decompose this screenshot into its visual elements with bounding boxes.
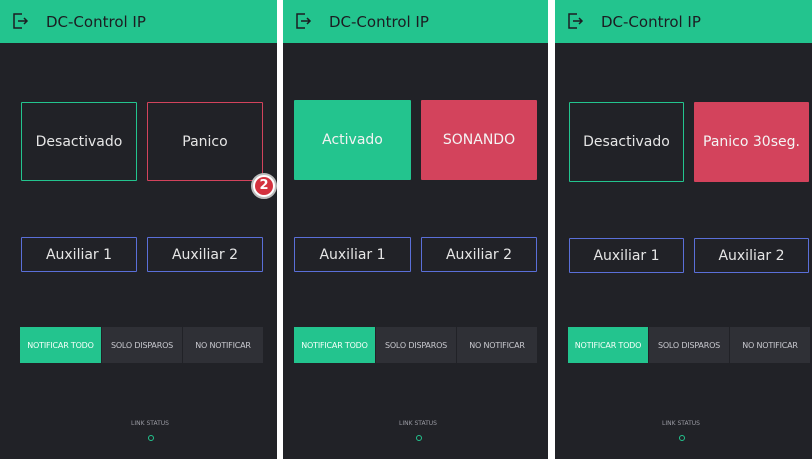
- alarm-toggle-button[interactable]: Activado: [294, 100, 411, 180]
- alarm-toggle-button[interactable]: Desactivado: [569, 102, 684, 182]
- panic-button[interactable]: Panico: [147, 102, 263, 181]
- step-number-badge: 2: [251, 173, 277, 199]
- link-status-led: [416, 435, 422, 441]
- segment-notificar-todo[interactable]: NOTIFICAR TODO: [20, 327, 101, 363]
- screen-2: DC-Control IP Activado SONANDO Auxiliar …: [283, 0, 548, 459]
- app-title: DC-Control IP: [601, 13, 701, 31]
- auxiliar-2-button[interactable]: Auxiliar 2: [694, 238, 809, 273]
- auxiliar-2-button[interactable]: Auxiliar 2: [147, 237, 263, 272]
- auxiliar-1-button[interactable]: Auxiliar 1: [569, 238, 684, 273]
- link-status-label: LINK STATUS: [662, 420, 700, 427]
- app-title: DC-Control IP: [46, 13, 146, 31]
- app-header: DC-Control IP: [555, 0, 812, 43]
- segment-notificar-todo[interactable]: NOTIFICAR TODO: [568, 327, 648, 363]
- segment-solo-disparos[interactable]: SOLO DISPAROS: [102, 327, 182, 363]
- screen-3: DC-Control IP Desactivado Panico 30seg. …: [555, 0, 812, 459]
- exit-icon[interactable]: [294, 12, 312, 30]
- link-status-label: LINK STATUS: [131, 420, 169, 427]
- auxiliar-1-button[interactable]: Auxiliar 1: [294, 237, 411, 272]
- auxiliar-1-button[interactable]: Auxiliar 1: [21, 237, 137, 272]
- app-title: DC-Control IP: [329, 13, 429, 31]
- link-status-led: [679, 435, 685, 441]
- segment-solo-disparos[interactable]: SOLO DISPAROS: [376, 327, 456, 363]
- segment-no-notificar[interactable]: NO NOTIFICAR: [730, 327, 810, 363]
- exit-icon[interactable]: [11, 12, 29, 30]
- link-status-led: [148, 435, 154, 441]
- panic-button[interactable]: SONANDO: [421, 100, 537, 180]
- app-header: DC-Control IP: [283, 0, 548, 43]
- alarm-toggle-button[interactable]: Desactivado: [21, 102, 137, 181]
- exit-icon[interactable]: [566, 12, 584, 30]
- segment-no-notificar[interactable]: NO NOTIFICAR: [457, 327, 537, 363]
- link-status-label: LINK STATUS: [399, 420, 437, 427]
- step-number: 2: [255, 177, 273, 195]
- segment-no-notificar[interactable]: NO NOTIFICAR: [183, 327, 263, 363]
- panic-button[interactable]: Panico 30seg.: [694, 102, 809, 182]
- auxiliar-2-button[interactable]: Auxiliar 2: [421, 237, 537, 272]
- screen-1: DC-Control IP Desactivado Panico Auxilia…: [0, 0, 277, 459]
- app-header: DC-Control IP: [0, 0, 277, 43]
- segment-notificar-todo[interactable]: NOTIFICAR TODO: [294, 327, 375, 363]
- segment-solo-disparos[interactable]: SOLO DISPAROS: [649, 327, 729, 363]
